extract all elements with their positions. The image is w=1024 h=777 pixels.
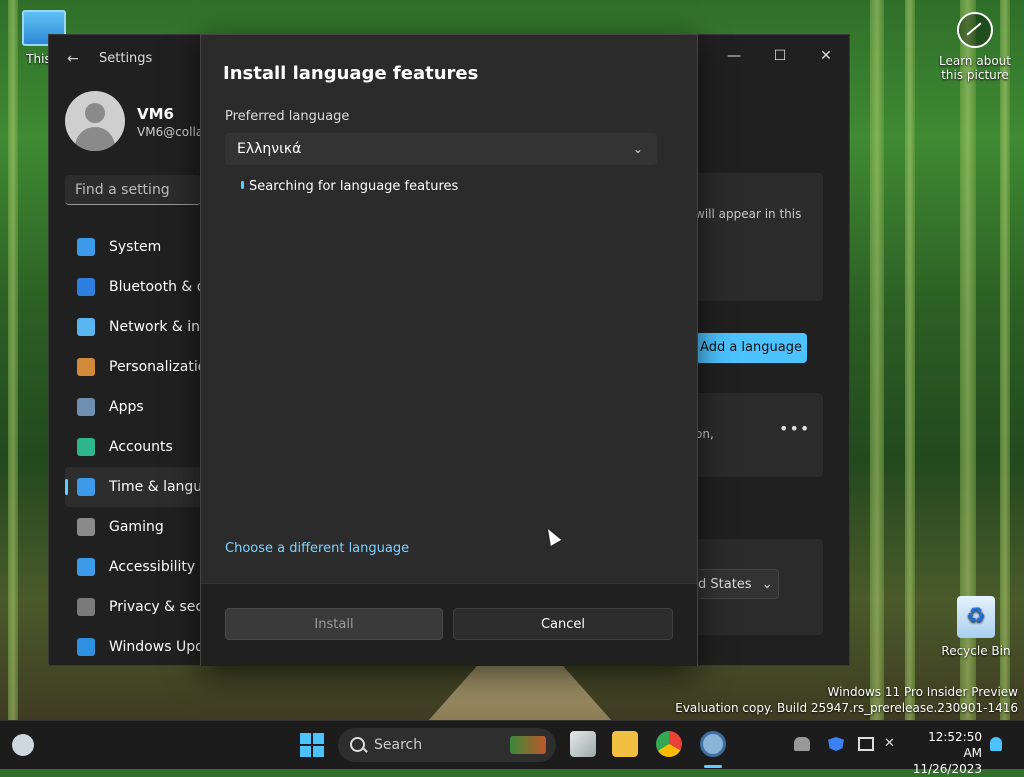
sidebar-item-label: Personalization (109, 359, 205, 375)
sidebar-item-label: Windows Upda (109, 639, 205, 655)
sidebar-item-label: System (109, 239, 162, 255)
cancel-button[interactable]: Cancel (453, 608, 673, 640)
card-text: will appear in this (695, 207, 802, 221)
wallpaper-stalk (905, 0, 915, 720)
search-status-text: Searching for language features (249, 179, 459, 194)
minimize-button[interactable]: — (711, 41, 757, 71)
sidebar-item-label: Accounts (109, 439, 173, 455)
sidebar-item-privacy[interactable]: Privacy & secu (65, 587, 205, 627)
dialog-footer: Install Cancel (201, 583, 697, 666)
sidebar-item-windows-update[interactable]: Windows Upda (65, 627, 205, 667)
recycle-bin-icon: ♻ (957, 596, 995, 638)
sidebar-item-accounts[interactable]: Accounts (65, 427, 205, 467)
user-name: VM6 (137, 105, 174, 123)
add-language-button[interactable]: Add a language (695, 333, 807, 363)
choose-different-language-link[interactable]: Choose a different language (225, 541, 409, 556)
sidebar-item-bluetooth[interactable]: Bluetooth & de (65, 267, 205, 307)
sidebar-item-label: Apps (109, 399, 144, 415)
muted-speaker-icon[interactable]: ✕ (884, 737, 900, 751)
taskbar: Search ✕ 12:52:50 AM 11/26/2023 (0, 720, 1024, 776)
person-icon (77, 438, 95, 456)
sidebar-item-gaming[interactable]: Gaming (65, 507, 205, 547)
task-view-icon[interactable] (570, 731, 596, 757)
cloud-icon[interactable] (794, 737, 810, 751)
desktop-icon-label: Recycle Bin (941, 644, 1011, 658)
display-icon[interactable] (858, 737, 874, 751)
preferred-language-select[interactable]: Ελληνικά ⌄ (225, 133, 657, 165)
shield-icon (77, 598, 95, 616)
desktop-icon-label: this picture (941, 68, 1009, 82)
region-value: d States (698, 577, 752, 592)
system-icon (77, 238, 95, 256)
sidebar-item-label: Network & inte (109, 319, 205, 335)
start-button[interactable] (300, 733, 324, 757)
back-arrow-icon[interactable]: ← (67, 51, 79, 67)
sidebar-item-label: Time & langua (109, 479, 205, 495)
chrome-icon[interactable] (656, 731, 682, 757)
watermark-line: Evaluation copy. Build 25947.rs_prerelea… (675, 701, 1018, 715)
sidebar-item-apps[interactable]: Apps (65, 387, 205, 427)
sidebar-item-label: Accessibility (109, 559, 196, 575)
watermark-line: Windows 11 Pro Insider Preview (827, 685, 1018, 699)
maximize-button[interactable]: ☐ (757, 41, 803, 71)
settings-nav: System Bluetooth & de Network & inte Per… (65, 227, 205, 667)
add-language-card: Add a language (695, 325, 823, 385)
update-icon (77, 638, 95, 656)
sidebar-item-label: Bluetooth & de (109, 279, 205, 295)
chevron-down-icon: ⌄ (761, 577, 773, 592)
clock-time: 12:52:50 AM (928, 730, 982, 760)
region-dropdown[interactable]: d States ⌄ (695, 569, 779, 599)
desktop-icon-learn-about-picture[interactable]: Learn about this picture (930, 12, 1020, 82)
camera-info-icon (957, 12, 993, 48)
globe-clock-icon (77, 478, 95, 496)
settings-title: Settings (99, 51, 153, 66)
dialog-title: Install language features (223, 63, 479, 84)
more-options-icon[interactable]: ••• (779, 419, 810, 438)
search-placeholder: Search (374, 737, 423, 753)
gamepad-icon (77, 518, 95, 536)
desktop-icon-label: Learn about (939, 54, 1011, 68)
weather-icon[interactable] (12, 734, 34, 756)
wifi-icon (77, 318, 95, 336)
notification-bell-icon[interactable] (990, 737, 1002, 751)
sidebar-item-label: Gaming (109, 519, 164, 535)
desktop-icon-recycle-bin[interactable]: ♻ Recycle Bin (940, 596, 1012, 658)
progress-spinner-icon (241, 181, 244, 189)
install-button[interactable]: Install (225, 608, 443, 640)
preferred-language-label: Preferred language (225, 109, 350, 124)
sidebar-item-personalization[interactable]: Personalization (65, 347, 205, 387)
sidebar-item-system[interactable]: System (65, 227, 205, 267)
file-explorer-icon[interactable] (612, 731, 638, 757)
bluetooth-icon (77, 278, 95, 296)
language-item-card[interactable]: on, ••• (695, 393, 823, 477)
windows-watermark: Windows 11 Pro Insider Preview Evaluatio… (675, 684, 1018, 716)
taskbar-clock[interactable]: 12:52:50 AM 11/26/2023 (906, 729, 982, 777)
sidebar-item-accessibility[interactable]: Accessibility (65, 547, 205, 587)
accessibility-icon (77, 558, 95, 576)
chevron-down-icon: ⌄ (632, 142, 643, 156)
settings-gear-icon[interactable] (700, 731, 726, 757)
sidebar-item-label: Privacy & secu (109, 599, 205, 615)
search-icon (350, 737, 365, 752)
close-button[interactable]: ✕ (803, 41, 849, 71)
taskbar-search[interactable]: Search (338, 728, 556, 762)
user-email: VM6@collal (137, 125, 201, 139)
sidebar-item-network[interactable]: Network & inte (65, 307, 205, 347)
security-shield-icon[interactable] (828, 737, 844, 751)
language-list-card: will appear in this (695, 173, 823, 301)
avatar[interactable] (65, 91, 125, 151)
install-language-dialog: Install language features Preferred lang… (200, 34, 698, 666)
search-highlight-icon (510, 736, 546, 754)
clock-date: 11/26/2023 (912, 762, 982, 776)
apps-icon (77, 398, 95, 416)
wallpaper-stalk (870, 0, 884, 720)
wallpaper-stalk (8, 0, 18, 720)
sidebar-item-time-language[interactable]: Time & langua (65, 467, 205, 507)
selected-language: Ελληνικά (237, 141, 302, 157)
brush-icon (77, 358, 95, 376)
region-card: d States ⌄ (695, 539, 823, 635)
find-setting-input[interactable]: Find a setting (65, 175, 201, 205)
